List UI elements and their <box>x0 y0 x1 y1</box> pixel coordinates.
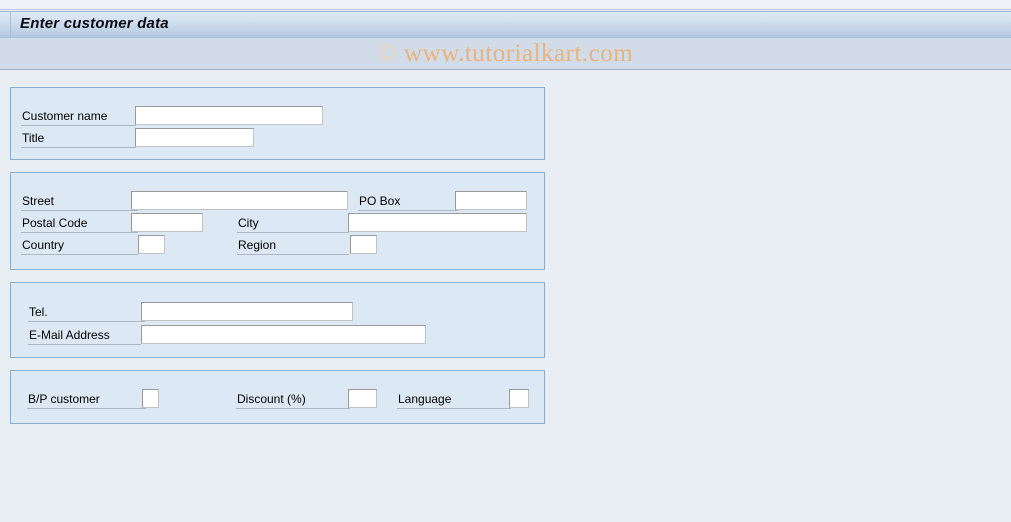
group-customer: Customer name Title <box>10 87 545 160</box>
label-po-box: PO Box <box>358 193 458 211</box>
copyright-symbol: © <box>377 40 398 67</box>
title-input[interactable] <box>135 128 254 147</box>
label-postal-code: Postal Code <box>21 215 138 233</box>
watermark: © www.tutorialkart.com <box>0 40 1011 68</box>
label-bp-customer: B/P customer <box>27 391 146 409</box>
page-title: Enter customer data <box>20 15 169 32</box>
label-customer-name: Customer name <box>21 108 136 126</box>
label-country: Country <box>21 237 138 255</box>
label-language: Language <box>397 391 511 409</box>
group-contact: Tel. E-Mail Address <box>10 282 545 358</box>
bp-customer-input[interactable] <box>142 389 159 408</box>
label-region: Region <box>237 237 349 255</box>
postal-code-input[interactable] <box>131 213 203 232</box>
label-street: Street <box>21 193 138 211</box>
form-canvas: Customer name Title Street PO Box Postal… <box>0 71 1011 522</box>
city-input[interactable] <box>348 213 527 232</box>
watermark-bar: © www.tutorialkart.com <box>0 38 1011 70</box>
group-address: Street PO Box Postal Code City Country R… <box>10 172 545 270</box>
window-top-strip <box>0 0 1011 10</box>
label-tel: Tel. <box>28 304 145 322</box>
po-box-input[interactable] <box>455 191 527 210</box>
customer-name-input[interactable] <box>135 106 323 125</box>
email-address-input[interactable] <box>141 325 426 344</box>
watermark-url: www.tutorialkart.com <box>404 40 634 67</box>
discount-input[interactable] <box>348 389 377 408</box>
street-input[interactable] <box>131 191 348 210</box>
window-title-bar: Enter customer data <box>0 11 1011 38</box>
label-title: Title <box>21 130 136 148</box>
label-discount: Discount (%) <box>236 391 350 409</box>
country-input[interactable] <box>138 235 165 254</box>
label-city: City <box>237 215 349 233</box>
region-input[interactable] <box>350 235 377 254</box>
group-commercial: B/P customer Discount (%) Language <box>10 370 545 424</box>
language-input[interactable] <box>509 389 529 408</box>
tel-input[interactable] <box>141 302 353 321</box>
label-email-address: E-Mail Address <box>28 327 141 345</box>
